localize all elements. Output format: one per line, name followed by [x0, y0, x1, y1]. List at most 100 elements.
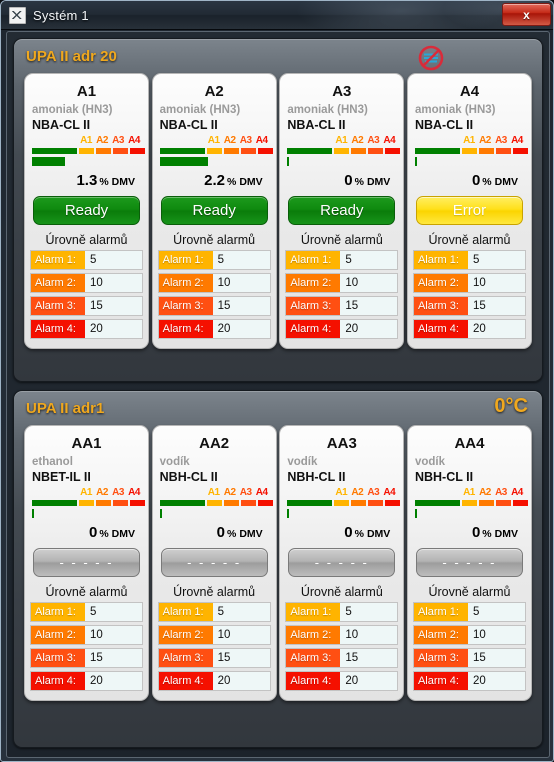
- alarm-label: Alarm 1:: [158, 251, 213, 269]
- alarm-value-field[interactable]: 10: [85, 626, 142, 644]
- value-bar-track: [32, 509, 145, 518]
- alarm-value-field[interactable]: 5: [85, 251, 142, 269]
- status-button-aa3[interactable]: - - - - -: [288, 548, 396, 577]
- scale-label-a1: A1: [463, 135, 475, 146]
- alarm-label: Alarm 4:: [413, 672, 468, 690]
- alarm-value-field[interactable]: 15: [212, 649, 270, 667]
- alarm-value-field[interactable]: 5: [340, 603, 398, 621]
- scale-bar: [287, 500, 401, 506]
- alarm-row: Alarm 1: 5: [30, 602, 143, 622]
- scale-segment-1: [461, 148, 477, 154]
- alarm-value-field[interactable]: 5: [467, 251, 525, 269]
- scale-label-a2: A2: [479, 135, 491, 146]
- scale-label-a1: A1: [80, 487, 92, 498]
- card-gas-label: vodík: [159, 456, 190, 468]
- status-button-a1[interactable]: Ready: [33, 196, 140, 225]
- scale-segment-4: [385, 500, 401, 506]
- alarm-label: Alarm 1:: [413, 603, 468, 621]
- value-bar-track: [414, 509, 528, 518]
- alarm-value-field[interactable]: 10: [340, 626, 398, 644]
- alarm-value-field[interactable]: 5: [340, 251, 398, 269]
- alarm-row: Alarm 1: 5: [285, 250, 399, 270]
- alarm-value-field[interactable]: 10: [85, 274, 142, 292]
- card-title: AA2: [199, 435, 230, 452]
- alarm-label: Alarm 1:: [413, 251, 468, 269]
- alarm-row: Alarm 2: 10: [285, 273, 399, 293]
- alarm-value-field[interactable]: 20: [212, 672, 270, 690]
- panel-header: UPA II adr 20: [14, 39, 542, 73]
- card-model-label: NBET-IL II: [32, 470, 91, 484]
- alarm-levels-header: Úrovně alarmů: [45, 585, 128, 599]
- scale-labels: A1 A2 A3 A4: [461, 488, 525, 498]
- alarm-value-field[interactable]: 20: [340, 320, 398, 338]
- alarm-value-field[interactable]: 10: [467, 626, 525, 644]
- scale-segment-3: [495, 500, 511, 506]
- alarm-levels-header: Úrovně alarmů: [300, 585, 383, 599]
- scale-segment-1: [79, 148, 94, 154]
- alarm-row: Alarm 2: 10: [30, 273, 143, 293]
- status-button-a4[interactable]: Error: [415, 196, 523, 225]
- alarm-value-field[interactable]: 10: [212, 626, 270, 644]
- alarm-value-field[interactable]: 15: [340, 649, 398, 667]
- alarm-value-field[interactable]: 20: [212, 320, 270, 338]
- alarm-row: Alarm 3: 15: [285, 296, 399, 316]
- reading: 1.3% DMV: [30, 172, 143, 192]
- alarm-value-field[interactable]: 15: [467, 297, 525, 315]
- alarm-row: Alarm 3: 15: [412, 296, 526, 316]
- card-gas-label: amoniak (HN3): [32, 104, 113, 116]
- reading-unit: DMV: [111, 528, 135, 540]
- status-button-a2[interactable]: Ready: [160, 196, 268, 225]
- scale-label-a3: A3: [367, 487, 380, 498]
- alarm-value-field[interactable]: 5: [85, 603, 142, 621]
- value-bar: [159, 509, 162, 518]
- alarm-value-field[interactable]: 5: [212, 251, 270, 269]
- scale-label-a4: A4: [128, 135, 140, 146]
- alarm-value-field[interactable]: 10: [212, 274, 270, 292]
- alarm-value-field[interactable]: 15: [85, 649, 142, 667]
- alarm-levels-header: Úrovně alarmů: [173, 233, 256, 247]
- status-button-aa4[interactable]: - - - - -: [415, 548, 523, 577]
- alarm-value-field[interactable]: 5: [467, 603, 525, 621]
- scale-label-a3: A3: [239, 135, 252, 146]
- reading-unit: DMV: [366, 176, 391, 188]
- sensor-card-a2: A2 amoniak (HN3) NBA-CL II A1 A2 A3 A4 2.2% DMV R…: [151, 73, 277, 349]
- scale-label-a3: A3: [112, 487, 124, 498]
- alarm-value-field[interactable]: 20: [467, 320, 525, 338]
- scale-label-a4: A4: [383, 487, 396, 498]
- alarm-value-field[interactable]: 20: [85, 672, 142, 690]
- scale-bar: [159, 500, 273, 506]
- scale-segment-2: [96, 148, 111, 154]
- alarm-value-field[interactable]: 15: [212, 297, 270, 315]
- reading: 0% DMV: [285, 524, 398, 544]
- alarm-value-field[interactable]: 20: [85, 320, 142, 338]
- alarm-value-field[interactable]: 15: [85, 297, 142, 315]
- close-button[interactable]: x: [502, 3, 551, 26]
- alarm-label: Alarm 4:: [158, 320, 213, 338]
- alarm-value-field[interactable]: 15: [467, 649, 525, 667]
- alarm-value-field[interactable]: 10: [340, 274, 398, 292]
- reading: 0% DMV: [158, 524, 271, 544]
- alarm-label: Alarm 1:: [31, 603, 85, 621]
- alarm-value-field[interactable]: 5: [212, 603, 270, 621]
- alarm-value-field[interactable]: 20: [340, 672, 398, 690]
- alarm-value-field[interactable]: 15: [340, 297, 398, 315]
- status-button-aa2[interactable]: - - - - -: [160, 548, 268, 577]
- card-gas-label: amoniak (HN3): [287, 104, 368, 116]
- sensor-card-aa4: AA4 vodík NBH-CL II A1 A2 A3 A4 0% DMV - - - - - Ú…: [406, 425, 532, 701]
- alarm-value-field[interactable]: 10: [467, 274, 525, 292]
- value-bar-track: [414, 157, 528, 166]
- alarm-row: Alarm 4: 20: [412, 319, 526, 339]
- alarm-value-field[interactable]: 20: [467, 672, 525, 690]
- status-button-aa1[interactable]: - - - - -: [33, 548, 140, 577]
- card-model-label: NBA-CL II: [159, 118, 218, 132]
- sensor-card-a3: A3 amoniak (HN3) NBA-CL II A1 A2 A3 A4 0% DMV Rea…: [279, 73, 405, 349]
- card-gas-label: ethanol: [32, 456, 73, 468]
- scale-bar: [414, 148, 528, 154]
- scale-segment-2: [351, 148, 367, 154]
- reading-unit: DMV: [494, 176, 518, 188]
- card-model-label: NBA-CL II: [287, 118, 346, 132]
- status-button-a3[interactable]: Ready: [288, 196, 396, 225]
- scale-label-a2: A2: [96, 487, 108, 498]
- reading-percent-sign: %: [482, 176, 492, 188]
- alarm-levels-header: Úrovně alarmů: [173, 585, 256, 599]
